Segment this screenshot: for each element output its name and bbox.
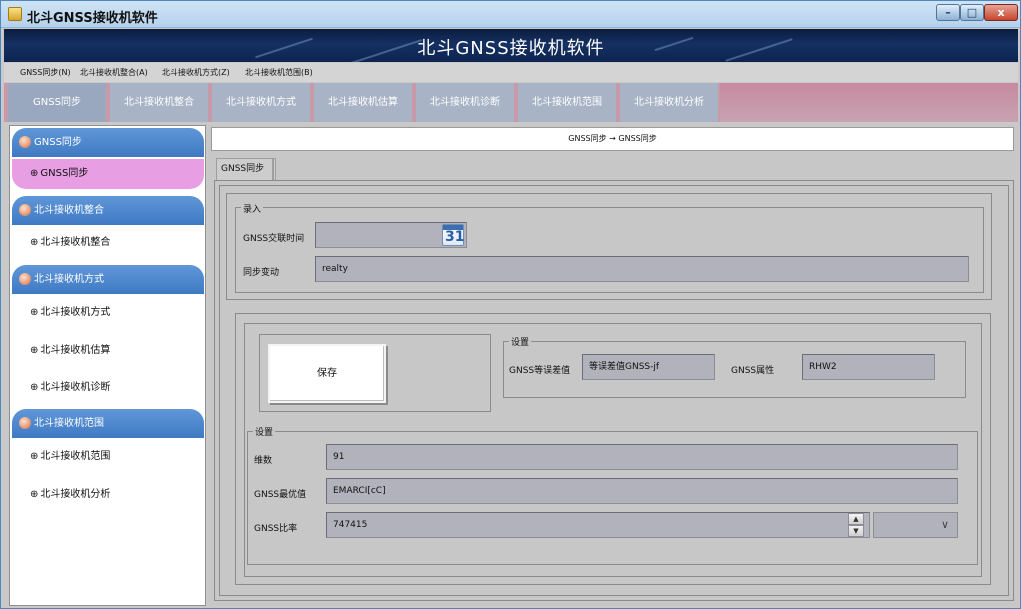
sidebar-item-receiver-diagnosis[interactable]: ⊕ 北斗接收机诊断 (12, 373, 204, 403)
sync-time-label: GNSS交联时间 (243, 234, 305, 244)
settings-bottom-legend: 设置 (253, 425, 276, 438)
error-value-label: GNSS等误差值 (509, 366, 571, 376)
sidebar-group-receiver-integration[interactable]: 北斗接收机整合 (12, 196, 204, 225)
plus-circle-icon: ⊕ (30, 237, 39, 248)
tab-receiver-mode[interactable]: 北斗接收机方式 (212, 83, 310, 122)
menu-bar: GNSS同步(N) 北斗接收机整合(A) 北斗接收机方式(Z) 北斗接收机范围(… (4, 63, 1018, 82)
ratio-label: GNSS比率 (254, 524, 298, 534)
main-panel: GNSS同步 → GNSS同步 GNSS同步 录入 GNSS交联时间 31 同步… (208, 125, 1018, 606)
sidebar-group-label: 北斗接收机整合 (34, 205, 104, 216)
attribute-field[interactable]: RHW2 (802, 354, 935, 380)
tab-bar-filler (720, 83, 1018, 122)
tab-divider (272, 158, 274, 180)
top-tab-bar: GNSS同步 北斗接收机整合 北斗接收机方式 北斗接收机估算 北斗接收机诊断 北… (4, 83, 1018, 122)
menu-receiver-integration[interactable]: 北斗接收机整合(A) (80, 67, 148, 78)
sidebar: GNSS同步 ⊕ GNSS同步 北斗接收机整合 ⊕ 北斗接收机整合 北斗接收机方式 … (9, 125, 206, 606)
save-button[interactable]: 保存 (268, 344, 386, 403)
sidebar-item-label: 北斗接收机方式 (40, 307, 111, 318)
banner-title: 北斗GNSS接收机软件 (417, 38, 605, 59)
dimension-field[interactable]: 91 (326, 444, 958, 470)
menu-gnss-sync[interactable]: GNSS同步(N) (20, 67, 71, 78)
chevron-down-icon: ∨ (940, 518, 949, 531)
dimension-label: 维数 (254, 456, 273, 466)
tab-gnss-sync-page[interactable]: GNSS同步 (216, 158, 276, 180)
sidebar-item-receiver-estimate[interactable]: ⊕ 北斗接收机估算 (12, 336, 204, 366)
tab-receiver-analysis[interactable]: 北斗接收机分析 (620, 83, 718, 122)
user-icon (19, 204, 31, 216)
header-banner: 北斗GNSS接收机软件 (4, 29, 1018, 62)
best-value-label: GNSS最优值 (254, 490, 307, 500)
input-group-legend: 录入 (241, 202, 264, 215)
tab-receiver-integration[interactable]: 北斗接收机整合 (110, 83, 208, 122)
sidebar-group-receiver-mode[interactable]: 北斗接收机方式 (12, 265, 204, 294)
sidebar-group-label: 北斗接收机方式 (34, 274, 104, 285)
plus-circle-icon: ⊕ (30, 345, 39, 356)
error-value-field[interactable]: 等误差值GNSS-jf (582, 354, 715, 380)
sidebar-item-label: 北斗接收机范围 (40, 451, 111, 462)
sidebar-item-label: 北斗接收机估算 (40, 345, 111, 356)
sidebar-item-label: GNSS同步 (40, 168, 89, 179)
tab-receiver-estimate[interactable]: 北斗接收机估算 (314, 83, 412, 122)
sidebar-group-label: GNSS同步 (34, 137, 82, 148)
title-bar: 北斗GNSS接收机软件 – □ x (1, 1, 1020, 28)
sync-change-label: 同步变动 (243, 268, 280, 278)
calendar-day: 31 (445, 229, 465, 245)
plus-circle-icon: ⊕ (30, 489, 39, 500)
close-button[interactable]: x (984, 4, 1018, 21)
user-icon (19, 136, 31, 148)
menu-receiver-range[interactable]: 北斗接收机范围(B) (245, 67, 313, 78)
ratio-field[interactable]: 747415 (326, 512, 870, 538)
window-title: 北斗GNSS接收机软件 (27, 11, 158, 26)
sidebar-item-receiver-mode[interactable]: ⊕ 北斗接收机方式 (12, 298, 204, 328)
plus-circle-icon: ⊕ (30, 168, 39, 179)
tab-gnss-sync[interactable]: GNSS同步 (8, 83, 106, 122)
spin-up-icon[interactable]: ▲ (848, 513, 864, 525)
menu-receiver-mode[interactable]: 北斗接收机方式(Z) (162, 67, 230, 78)
minimize-button[interactable]: – (936, 4, 960, 21)
sync-change-field[interactable]: realty (315, 256, 969, 282)
sidebar-group-receiver-range[interactable]: 北斗接收机范围 (12, 409, 204, 438)
attribute-label: GNSS属性 (731, 366, 775, 376)
calendar-icon[interactable]: 31 (442, 224, 464, 246)
maximize-button[interactable]: □ (960, 4, 984, 21)
user-icon (19, 273, 31, 285)
breadcrumb: GNSS同步 → GNSS同步 (211, 127, 1014, 151)
plus-circle-icon: ⊕ (30, 382, 39, 393)
app-icon (8, 7, 22, 21)
sidebar-item-receiver-integration[interactable]: ⊕ 北斗接收机整合 (12, 228, 204, 258)
tab-receiver-range[interactable]: 北斗接收机范围 (518, 83, 616, 122)
sidebar-group-gnss-sync[interactable]: GNSS同步 (12, 128, 204, 157)
sidebar-item-label: 北斗接收机整合 (40, 237, 111, 248)
spin-down-icon[interactable]: ▼ (848, 525, 864, 537)
settings-top-legend: 设置 (509, 335, 532, 348)
sidebar-item-receiver-range[interactable]: ⊕ 北斗接收机范围 (12, 442, 204, 472)
plus-circle-icon: ⊕ (30, 307, 39, 318)
sidebar-item-receiver-analysis[interactable]: ⊕ 北斗接收机分析 (12, 480, 204, 510)
sidebar-item-label: 北斗接收机诊断 (40, 382, 111, 393)
tab-receiver-diagnosis[interactable]: 北斗接收机诊断 (416, 83, 514, 122)
plus-circle-icon: ⊕ (30, 451, 39, 462)
sidebar-group-label: 北斗接收机范围 (34, 418, 104, 429)
app-window: 北斗GNSS接收机软件 – □ x 北斗GNSS接收机软件 GNSS同步(N) … (0, 0, 1021, 609)
ratio-unit-select[interactable]: ∨ (873, 512, 958, 538)
user-icon (19, 417, 31, 429)
sidebar-item-gnss-sync[interactable]: ⊕ GNSS同步 (12, 159, 204, 189)
sidebar-item-label: 北斗接收机分析 (40, 489, 111, 500)
best-value-field[interactable]: EMARCI[cC] (326, 478, 958, 504)
